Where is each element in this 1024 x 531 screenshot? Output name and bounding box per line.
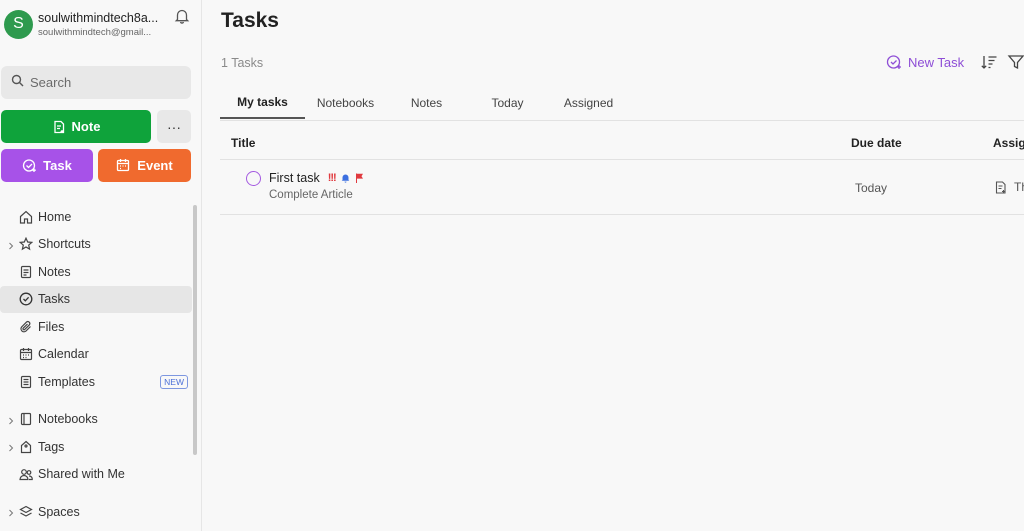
sidebar-item-spaces[interactable]: Spaces [0,498,192,526]
search-bar[interactable]: Search [1,66,191,99]
sidebar-item-label: Tasks [38,292,70,307]
column-header-title[interactable]: Title [231,136,255,150]
tab-my-tasks[interactable]: My tasks [220,87,305,119]
chevron-right-icon[interactable] [8,507,14,517]
sidebar-item-label: Templates [38,374,95,389]
sidebar-item-label: Shortcuts [38,237,91,252]
account-name: soulwithmindtech8a... [38,10,159,25]
calendar-icon [19,347,33,361]
sidebar-item-tags[interactable]: Tags [0,433,192,461]
column-header-due-date[interactable]: Due date [851,136,902,150]
shared-users-icon [19,467,33,481]
page-title: Tasks [221,9,279,32]
tag-icon [19,440,33,454]
flag-icon [355,173,364,183]
account-email: soulwithmindtech@gmail... [38,26,152,38]
sidebar-item-shortcuts[interactable]: Shortcuts [0,231,192,259]
sidebar-item-label: Notes [38,264,71,279]
new-badge: NEW [160,375,188,389]
sidebar-item-calendar[interactable]: Calendar [0,341,192,369]
column-header-assigned[interactable]: Assig [993,136,1024,150]
tab-notebooks[interactable]: Notebooks [305,87,386,119]
task-complete-checkbox[interactable] [246,171,261,186]
sidebar-item-label: Calendar [38,347,89,362]
new-event-button[interactable]: Event [98,149,191,182]
tab-assigned[interactable]: Assigned [548,87,629,119]
sidebar-item-label: Spaces [38,504,80,519]
sidebar-item-label: Files [38,319,65,334]
note-icon [19,265,33,279]
tab-notes[interactable]: Notes [386,87,467,119]
sidebar-item-label: Tags [38,439,65,454]
sidebar-item-label: Notebooks [38,412,98,427]
account-switcher[interactable]: S soulwithmindtech8a... soulwithmindtech… [4,8,198,40]
sidebar-item-tasks[interactable]: Tasks [0,285,192,313]
chevron-right-icon[interactable] [8,415,14,425]
check-circle-icon [19,292,33,306]
sort-icon[interactable] [980,53,998,71]
task-add-icon [22,158,37,173]
tab-today[interactable]: Today [467,87,548,119]
template-icon [19,375,33,389]
task-title[interactable]: First task [269,171,320,185]
sidebar-scrollbar[interactable] [193,205,197,455]
task-count: 1 Tasks [221,56,264,70]
chevron-right-icon[interactable] [8,442,14,452]
new-task-label: Task [43,158,72,173]
task-assignee-label: Th [1014,180,1024,194]
sidebar-item-label: Home [38,209,72,224]
priority-indicator: !!! [327,172,337,184]
new-task-link-label: New Task [908,54,965,70]
table-row[interactable]: First task !!! [269,171,364,185]
new-event-label: Event [137,158,173,173]
sidebar-item-label: Shared with Me [38,467,125,482]
sidebar-item-home[interactable]: Home [0,203,192,231]
notebook-icon [19,412,33,426]
star-icon [19,237,33,251]
sidebar-nav: Home Shortcuts Notes Tasks Files Calenda… [0,203,192,526]
filter-icon[interactable] [1007,53,1024,71]
chevron-right-icon[interactable] [8,240,14,250]
search-icon [11,74,24,92]
paperclip-icon [19,320,33,334]
new-task-link[interactable]: New Task [886,54,964,70]
task-due-date[interactable]: Today [855,181,887,195]
sidebar-item-notebooks[interactable]: Notebooks [0,406,192,434]
header-divider [220,159,1024,160]
task-note-name[interactable]: Complete Article [269,189,353,201]
task-add-icon [886,54,902,70]
avatar[interactable]: S [4,9,33,39]
row-divider [220,214,1024,215]
note-add-icon [52,120,66,134]
new-note-button[interactable]: Note [1,110,151,143]
bell-icon[interactable] [173,7,191,25]
spaces-icon [19,505,33,519]
search-placeholder: Search [30,75,72,90]
reminder-bell-icon [341,173,350,183]
sidebar-item-files[interactable]: Files [0,313,192,341]
sidebar-item-shared[interactable]: Shared with Me [0,461,192,489]
new-task-button[interactable]: Task [1,149,93,182]
task-tabs: My tasks Notebooks Notes Today Assigned [220,87,629,121]
sidebar: S soulwithmindtech8a... soulwithmindtech… [0,0,202,531]
main-panel: Tasks 1 Tasks New Task My tasks Notebook… [203,0,1024,531]
more-create-button[interactable]: ··· [157,110,191,143]
note-icon [995,180,1007,194]
new-note-label: Note [71,119,101,134]
home-icon [19,210,33,224]
sidebar-item-notes[interactable]: Notes [0,258,192,286]
sidebar-item-templates[interactable]: Templates NEW [0,368,192,396]
calendar-add-icon [116,158,131,173]
tabs-divider [220,120,1024,121]
task-assignee[interactable]: Th [995,180,1024,194]
